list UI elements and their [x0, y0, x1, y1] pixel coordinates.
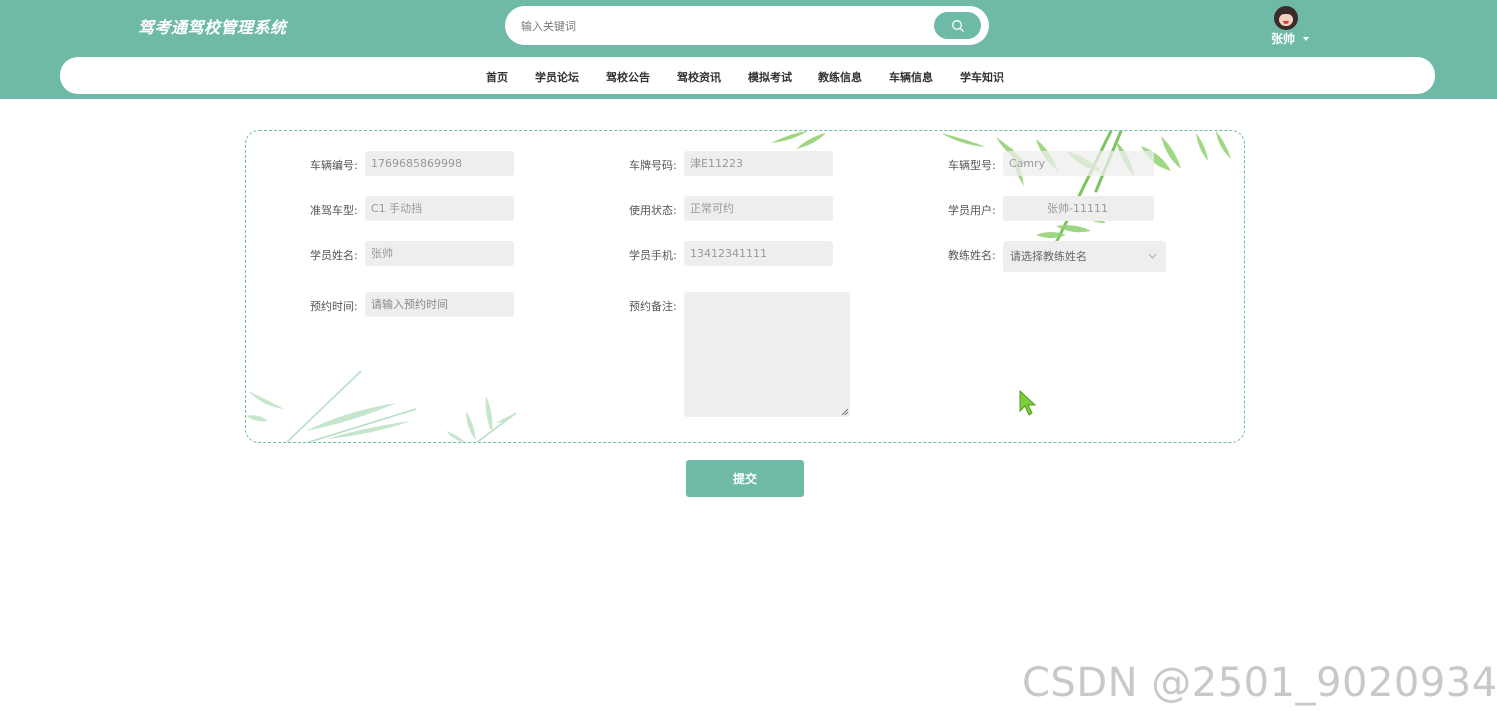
user-name: 张帅 — [1271, 32, 1296, 46]
vehicle-no-label: 车辆编号: — [310, 159, 358, 172]
plate-no-label: 车牌号码: — [629, 159, 677, 172]
nav-item-forum[interactable]: 学员论坛 — [535, 69, 579, 85]
nav-item-notice[interactable]: 驾校公告 — [606, 69, 650, 85]
booking-time-field[interactable] — [365, 292, 514, 317]
avatar — [1274, 6, 1298, 30]
student-user-field[interactable] — [1003, 196, 1154, 221]
submit-button[interactable]: 提交 — [686, 460, 804, 497]
student-name-label: 学员姓名: — [310, 249, 358, 262]
search-icon — [951, 19, 964, 32]
top-header: 驾考通驾校管理系统 张帅 首页 学员论坛 驾校公告 驾校资讯 模拟考试 教练信息… — [0, 0, 1497, 99]
booking-note-textarea[interactable] — [684, 292, 850, 417]
coach-name-placeholder: 请选择教练姓名 — [1010, 250, 1087, 263]
vehicle-model-label: 车辆型号: — [948, 159, 996, 172]
nav-item-vehicle[interactable]: 车辆信息 — [889, 69, 933, 85]
booking-time-label: 预约时间: — [310, 300, 358, 313]
nav-item-news[interactable]: 驾校资讯 — [677, 69, 721, 85]
bamboo-decoration-bottom-icon — [246, 370, 517, 442]
license-type-label: 准驾车型: — [310, 204, 358, 217]
plate-no-field[interactable] — [684, 151, 833, 176]
user-menu[interactable]: 张帅 — [1268, 4, 1310, 46]
chevron-down-icon — [1148, 253, 1157, 259]
search-bar — [505, 6, 989, 45]
site-title: 驾考通驾校管理系统 — [138, 18, 287, 37]
watermark-text: CSDN @2501_90209342 — [1022, 660, 1497, 706]
vehicle-model-field[interactable] — [1003, 151, 1154, 176]
mouse-pointer-icon — [1019, 389, 1037, 416]
usage-status-label: 使用状态: — [629, 204, 677, 217]
license-type-field[interactable] — [365, 196, 514, 221]
booking-note-label: 预约备注: — [629, 300, 677, 313]
student-user-label: 学员用户: — [948, 204, 996, 217]
bamboo-decoration-top-icon — [771, 131, 1231, 245]
resize-handle-icon — [841, 408, 849, 416]
nav-item-mock-exam[interactable]: 模拟考试 — [748, 69, 792, 85]
vehicle-no-field[interactable] — [365, 151, 514, 176]
student-phone-label: 学员手机: — [629, 249, 677, 262]
coach-name-select[interactable]: 请选择教练姓名 — [1003, 241, 1166, 272]
nav-menu: 首页 学员论坛 驾校公告 驾校资讯 模拟考试 教练信息 车辆信息 学车知识 — [0, 57, 1497, 94]
nav-item-coach[interactable]: 教练信息 — [818, 69, 862, 85]
search-button[interactable] — [934, 12, 981, 39]
coach-name-label: 教练姓名: — [948, 249, 996, 262]
student-phone-field[interactable] — [684, 241, 833, 266]
nav-item-home[interactable]: 首页 — [486, 69, 508, 85]
chevron-down-icon — [1303, 37, 1309, 41]
search-input[interactable] — [519, 15, 923, 37]
nav-item-knowledge[interactable]: 学车知识 — [960, 69, 1004, 85]
student-name-field[interactable] — [365, 241, 514, 266]
usage-status-field[interactable] — [684, 196, 833, 221]
